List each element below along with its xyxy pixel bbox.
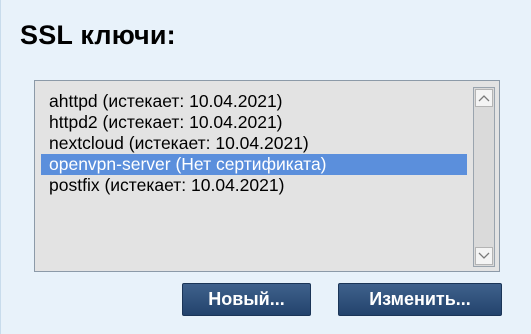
- list-scrollbar[interactable]: [473, 87, 495, 267]
- new-key-button[interactable]: Новый...: [182, 283, 311, 316]
- chevron-down-icon: [478, 252, 490, 259]
- edit-key-button[interactable]: Изменить...: [338, 283, 502, 316]
- list-item-openvpn-server[interactable]: openvpn-server (Нет сертификата): [41, 154, 467, 175]
- list-item-nextcloud[interactable]: nextcloud (истекает: 10.04.2021): [41, 133, 467, 154]
- ssl-keys-listbox[interactable]: ahttpd (истекает: 10.04.2021) httpd2 (ис…: [34, 80, 500, 272]
- list-item-postfix[interactable]: postfix (истекает: 10.04.2021): [41, 175, 467, 196]
- scroll-up-button[interactable]: [475, 89, 493, 107]
- ssl-keys-panel: SSL ключи: ahttpd (истекает: 10.04.2021)…: [0, 0, 531, 334]
- scroll-down-button[interactable]: [475, 247, 493, 265]
- section-title: SSL ключи:: [20, 20, 176, 50]
- list-item-ahttpd[interactable]: ahttpd (истекает: 10.04.2021): [41, 91, 467, 112]
- list-item-httpd2[interactable]: httpd2 (истекает: 10.04.2021): [41, 112, 467, 133]
- chevron-up-icon: [478, 95, 490, 102]
- ssl-keys-list: ahttpd (истекает: 10.04.2021) httpd2 (ис…: [41, 91, 467, 196]
